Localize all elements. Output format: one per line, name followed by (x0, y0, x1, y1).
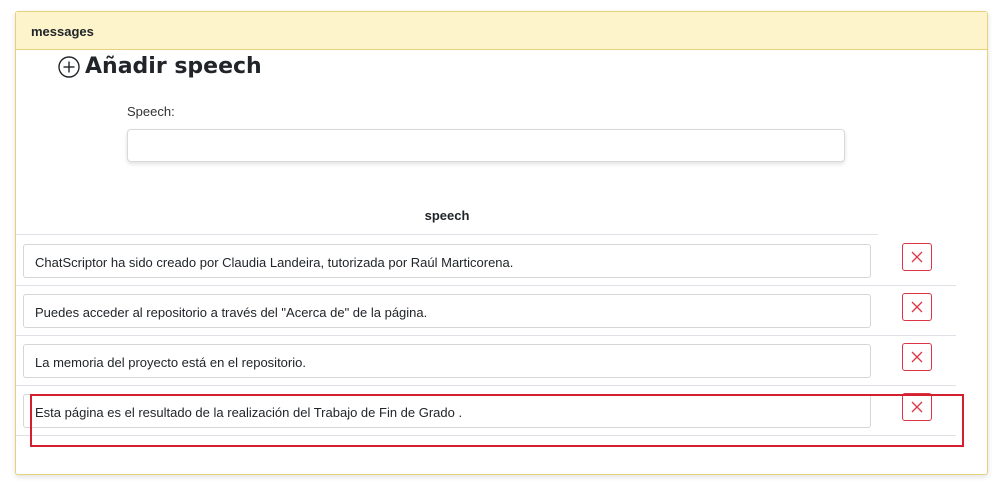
speech-text-field[interactable]: La memoria del proyecto está en el repos… (23, 344, 871, 378)
table-row: La memoria del proyecto está en el repos… (16, 336, 956, 386)
table-row: Esta página es el resultado de la realiz… (16, 386, 956, 436)
plus-circle-icon[interactable] (58, 55, 80, 78)
delete-button[interactable] (902, 343, 932, 371)
speech-input[interactable] (127, 129, 845, 162)
delete-button[interactable] (902, 393, 932, 421)
close-icon (911, 351, 923, 363)
close-icon (911, 251, 923, 263)
speech-text-field[interactable]: Esta página es el resultado de la realiz… (23, 394, 871, 428)
speech-field-label: Speech: (127, 104, 175, 119)
speech-text-field[interactable]: Puedes acceder al repositorio a través d… (23, 294, 871, 328)
delete-button[interactable] (902, 243, 932, 271)
speech-text-field[interactable]: ChatScriptor ha sido creado por Claudia … (23, 244, 871, 278)
table-row: ChatScriptor ha sido creado por Claudia … (16, 236, 956, 286)
add-speech-header[interactable]: Añadir speech (58, 54, 262, 79)
table-row: Puedes acceder al repositorio a través d… (16, 286, 956, 336)
add-speech-title: Añadir speech (85, 54, 262, 79)
close-icon (911, 301, 923, 313)
close-icon (911, 401, 923, 413)
delete-button[interactable] (902, 293, 932, 321)
panel-title: messages (16, 12, 987, 50)
speech-column-header: speech (16, 208, 878, 235)
